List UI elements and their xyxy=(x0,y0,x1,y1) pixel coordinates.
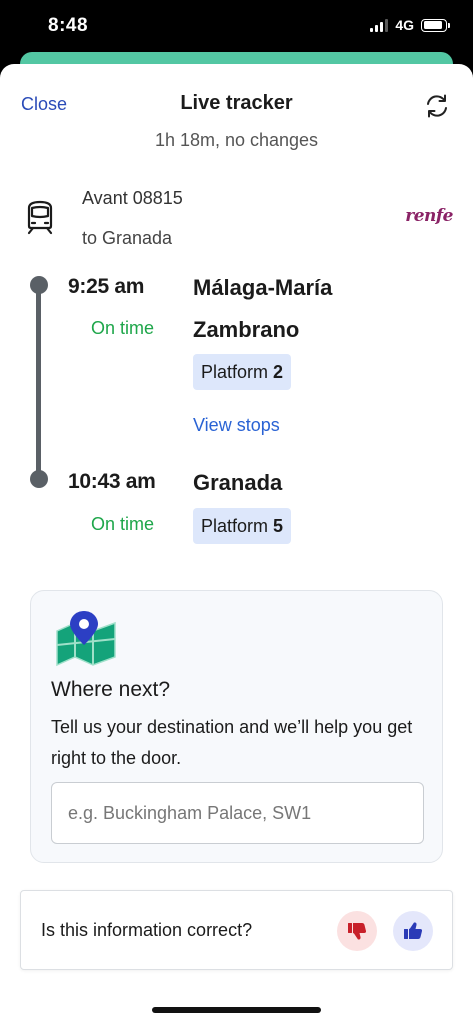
thumbs-up-icon xyxy=(404,922,423,939)
departure-platform-badge: Platform 2 xyxy=(193,354,292,390)
where-next-description: Tell us your destination and we’ll help … xyxy=(51,717,413,768)
operator-logo: renfe xyxy=(405,206,453,226)
platform-label: Platform xyxy=(201,516,269,536)
service-name: Avant 08815 xyxy=(82,188,183,208)
where-next-title: Where next? xyxy=(51,678,171,701)
arrival-dot xyxy=(30,470,48,488)
status-time: 8:48 xyxy=(48,15,89,36)
battery-icon xyxy=(421,18,450,32)
journey-timeline xyxy=(36,286,41,480)
view-stops-link[interactable]: View stops xyxy=(193,415,280,436)
thumbs-down-button[interactable] xyxy=(337,911,377,951)
refresh-button[interactable] xyxy=(423,92,451,120)
status-indicators: 4G xyxy=(370,17,450,33)
journey-summary: 1h 18m, no changes xyxy=(154,130,319,150)
home-indicator[interactable] xyxy=(152,1007,321,1013)
platform-number: 2 xyxy=(273,362,284,382)
refresh-icon xyxy=(427,94,447,118)
network-type: 4G xyxy=(395,17,414,33)
destination-input[interactable] xyxy=(51,782,424,844)
platform-number: 5 xyxy=(273,516,284,536)
map-pin-icon xyxy=(56,611,116,667)
train-icon xyxy=(27,200,53,235)
departure-station: Málaga-María xyxy=(193,275,333,300)
platform-label: Platform xyxy=(201,362,269,382)
arrival-platform-badge: Platform 5 xyxy=(193,508,292,544)
feedback-question: Is this information correct? xyxy=(41,920,253,940)
departure-dot xyxy=(30,276,48,294)
departure-status: On time xyxy=(91,318,155,338)
signal-icon xyxy=(370,18,389,32)
departure-station-line2: Zambrano xyxy=(193,317,300,342)
service-destination: to Granada xyxy=(82,228,173,248)
feedback-bar: Is this information correct? xyxy=(20,890,453,970)
live-tracker-sheet: Close Live tracker 1h 18m, no changes Av… xyxy=(0,64,473,1024)
departure-time: 9:25 am xyxy=(68,275,145,298)
where-next-card: Where next? Tell us your destination and… xyxy=(30,590,443,863)
arrival-time: 10:43 am xyxy=(68,470,156,493)
arrival-station: Granada xyxy=(193,470,283,495)
thumbs-up-button[interactable] xyxy=(393,911,433,951)
arrival-status: On time xyxy=(91,514,155,534)
page-title: Live tracker xyxy=(180,92,293,114)
thumbs-down-icon xyxy=(348,923,367,940)
status-bar: 8:48 4G xyxy=(0,0,473,52)
